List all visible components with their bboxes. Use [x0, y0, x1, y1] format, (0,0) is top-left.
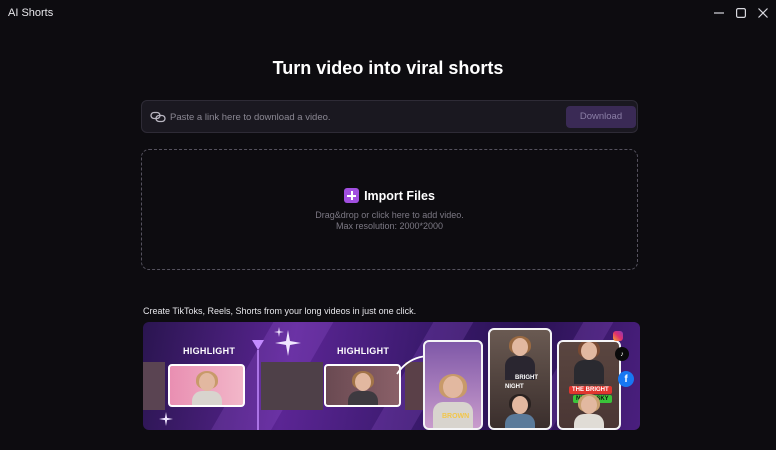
instagram-icon	[613, 331, 623, 341]
max-resolution-hint: Max resolution: 2000*2000	[335, 221, 444, 231]
import-files-button[interactable]: Import Files	[142, 188, 637, 203]
person-image	[191, 371, 222, 405]
close-button[interactable]	[753, 4, 773, 22]
promo-caption: Create TikToks, Reels, Shorts from your …	[143, 306, 417, 316]
import-drop-zone[interactable]: Import Files Drag&drop or click here to …	[141, 149, 638, 270]
maximize-icon	[736, 8, 746, 18]
sparkle-icon	[159, 412, 173, 426]
highlight-clip-thumbnail	[324, 364, 401, 407]
minimize-button[interactable]	[709, 4, 729, 22]
short-preview: BROWN	[423, 340, 483, 430]
tiktok-icon: ♪	[615, 347, 629, 361]
playhead-icon	[252, 340, 264, 430]
highlight-label: HIGHLIGHT	[337, 346, 390, 356]
short-preview: BRIGHT NIGHT	[488, 328, 552, 430]
close-icon	[758, 8, 768, 18]
short-preview: THE BRIGHT NIGHT SKY	[557, 340, 621, 430]
person-image	[505, 394, 535, 428]
caption-tag: NIGHT	[505, 384, 524, 390]
app-title: AI Shorts	[8, 7, 54, 19]
link-input[interactable]	[170, 107, 560, 127]
download-button[interactable]: Download	[566, 106, 636, 128]
link-bar: Download	[141, 100, 638, 133]
sparkle-icon	[274, 327, 284, 337]
plus-icon	[344, 188, 360, 203]
person-image	[574, 342, 604, 384]
person-image	[433, 374, 473, 428]
highlight-label: HIGHLIGHT	[183, 346, 236, 356]
drop-hint: Drag&drop or click here to add video.	[315, 210, 464, 220]
caption-tag: THE BRIGHT	[569, 386, 612, 394]
link-icon	[150, 111, 166, 123]
import-files-label: Import Files	[364, 188, 435, 203]
page-heading: Turn video into viral shorts	[272, 58, 504, 78]
caption-tag: BROWN	[442, 413, 470, 420]
person-image	[574, 394, 604, 428]
filmstrip	[143, 362, 165, 410]
promo-banner[interactable]: HIGHLIGHT HIGHLIGHT BROWN BRIGHT NIGHT T…	[143, 322, 640, 430]
filmstrip	[261, 362, 323, 410]
title-bar: AI Shorts	[0, 0, 776, 26]
facebook-icon: f	[618, 371, 634, 387]
minimize-icon	[714, 12, 724, 14]
person-image	[347, 371, 378, 405]
person-image	[505, 336, 535, 380]
maximize-button[interactable]	[731, 4, 751, 22]
caption-tag: BRIGHT	[515, 375, 538, 381]
highlight-clip-thumbnail	[168, 364, 245, 407]
